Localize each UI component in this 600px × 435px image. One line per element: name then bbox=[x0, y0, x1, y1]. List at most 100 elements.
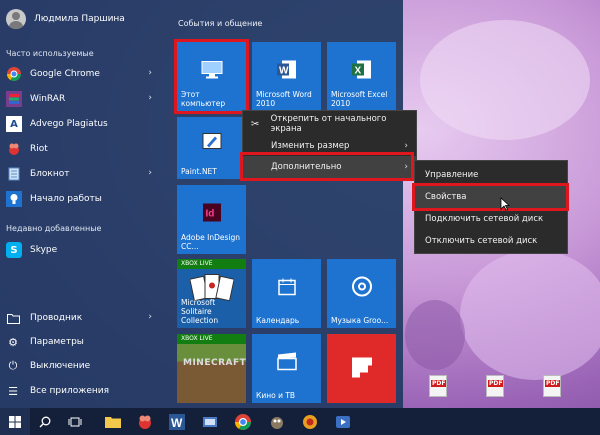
tile-indesign[interactable]: Id Adobe InDesign CC... bbox=[177, 185, 246, 254]
tile-label: Календарь bbox=[256, 316, 300, 325]
chevron-right-icon[interactable]: › bbox=[148, 312, 152, 322]
desktop-pdf-icon[interactable] bbox=[537, 375, 567, 397]
app-item-get-started[interactable]: Начало работы bbox=[0, 187, 160, 211]
chevron-right-icon[interactable]: › bbox=[148, 168, 152, 178]
paintnet-icon bbox=[201, 132, 223, 155]
system-label: Выключение bbox=[30, 361, 91, 371]
indesign-icon: Id bbox=[202, 203, 221, 224]
frequent-section-label: Часто используемые bbox=[6, 49, 94, 58]
clapperboard-icon bbox=[276, 351, 298, 374]
tile-calendar[interactable]: Календарь bbox=[252, 259, 321, 328]
taskbar-explorer[interactable] bbox=[98, 408, 128, 435]
list-icon: ☰ bbox=[8, 384, 18, 398]
desktop-pdf-icon[interactable] bbox=[423, 375, 453, 397]
highlight-box bbox=[240, 152, 414, 181]
user-name: Людмила Паршина bbox=[34, 14, 125, 24]
app-item-riot[interactable]: Riot bbox=[0, 137, 160, 161]
unpin-icon: ✂ bbox=[251, 118, 260, 130]
xbox-live-badge: XBOX LIVE bbox=[177, 259, 246, 269]
minecraft-art bbox=[177, 344, 246, 403]
menu-item-unpin[interactable]: ✂ Открепить от начального экрана bbox=[243, 113, 416, 135]
submenu-item-map-drive[interactable]: Подключить сетевой диск bbox=[415, 208, 567, 230]
app-icon bbox=[203, 416, 217, 427]
app-item-skype[interactable]: S Skype bbox=[0, 238, 160, 262]
search-button[interactable] bbox=[30, 408, 60, 435]
avatar bbox=[6, 9, 26, 29]
tile-flipboard[interactable] bbox=[327, 334, 396, 403]
tile-label: Кино и ТВ bbox=[256, 391, 296, 400]
menu-item-label: Отключить сетевой диск bbox=[425, 236, 538, 246]
all-apps-item[interactable]: ☰ Все приложения bbox=[0, 379, 160, 403]
start-menu: Людмила Паршина Часто используемые Googl… bbox=[0, 0, 403, 408]
system-label: Параметры bbox=[30, 337, 84, 347]
tile-label: Microsoft Solitaire Collection bbox=[181, 298, 219, 325]
tile-label: Microsoft Word 2010 bbox=[256, 90, 312, 108]
chevron-right-icon[interactable]: › bbox=[148, 68, 152, 78]
app-label: Riot bbox=[30, 144, 48, 154]
app-item-notepad[interactable]: Блокнот › bbox=[0, 162, 160, 186]
menu-item-label: Изменить размер bbox=[271, 141, 350, 151]
highlight-box bbox=[174, 39, 249, 114]
advego-icon: A bbox=[6, 116, 22, 132]
folder-icon bbox=[6, 311, 20, 325]
taskbar-paint[interactable] bbox=[295, 408, 325, 435]
notepad-icon bbox=[6, 166, 22, 182]
app-item-winrar[interactable]: WinRAR › bbox=[0, 87, 160, 111]
chevron-right-icon[interactable]: › bbox=[148, 93, 152, 103]
app-label: WinRAR bbox=[30, 94, 66, 104]
task-view-button[interactable] bbox=[60, 408, 90, 435]
tile-paintnet[interactable]: Paint.NET bbox=[177, 117, 246, 179]
app-label: Skype bbox=[30, 245, 58, 255]
tile-groove-music[interactable]: Музыка Groo... bbox=[327, 259, 396, 328]
tile-movies-tv[interactable]: Кино и ТВ bbox=[252, 334, 321, 403]
taskbar-app[interactable] bbox=[195, 408, 225, 435]
tile-label: Музыка Groo... bbox=[331, 316, 389, 325]
tile-label: Paint.NET bbox=[181, 167, 217, 176]
taskbar-word[interactable]: W bbox=[162, 408, 192, 435]
system-label: Проводник bbox=[30, 313, 83, 323]
system-label: Все приложения bbox=[30, 386, 110, 396]
taskbar-riot[interactable] bbox=[130, 408, 160, 435]
taskbar-media[interactable] bbox=[328, 408, 358, 435]
tile-minecraft[interactable]: XBOX LIVE MINECRAFT bbox=[177, 334, 246, 403]
tile-label: Adobe InDesign CC... bbox=[181, 233, 240, 251]
tile-excel[interactable]: X Microsoft Excel 2010 bbox=[327, 42, 396, 111]
wallpaper-petal bbox=[420, 20, 590, 140]
gimp-icon bbox=[271, 416, 283, 429]
svg-text:W: W bbox=[279, 65, 289, 76]
settings-item[interactable]: ⚙ Параметры bbox=[0, 330, 160, 354]
gear-icon: ⚙ bbox=[8, 335, 18, 349]
chevron-right-icon: › bbox=[404, 141, 408, 151]
app-item-advego[interactable]: A Advego Plagiatus bbox=[0, 112, 160, 136]
start-button[interactable] bbox=[0, 408, 30, 435]
app-item-chrome[interactable]: Google Chrome › bbox=[0, 62, 160, 86]
tile-solitaire[interactable]: XBOX LIVE Microsoft Solitaire Collection bbox=[177, 259, 246, 328]
taskbar-chrome[interactable] bbox=[228, 408, 258, 435]
app-label: Блокнот bbox=[30, 169, 70, 179]
chrome-icon bbox=[235, 413, 251, 430]
chrome-icon bbox=[6, 66, 22, 82]
explorer-item[interactable]: Проводник › bbox=[0, 306, 160, 330]
tile-label: Microsoft Excel 2010 bbox=[331, 90, 388, 108]
power-item[interactable]: ⏻ Выключение bbox=[0, 354, 160, 378]
desktop-pdf-icon[interactable] bbox=[480, 375, 510, 397]
app-label: Начало работы bbox=[30, 194, 102, 204]
mouse-cursor-icon bbox=[500, 197, 510, 211]
submenu-item-disconnect-drive[interactable]: Отключить сетевой диск bbox=[415, 230, 567, 252]
svg-text:W: W bbox=[171, 416, 183, 430]
svg-text:Id: Id bbox=[205, 208, 214, 219]
menu-item-label: Открепить от начального экрана bbox=[270, 114, 387, 134]
user-account[interactable]: Людмила Паршина bbox=[6, 8, 125, 30]
excel-icon: X bbox=[351, 58, 373, 83]
start-left-column: Людмила Паршина Часто используемые Googl… bbox=[0, 0, 165, 408]
search-icon bbox=[39, 416, 51, 427]
word-icon: W bbox=[169, 413, 185, 430]
menu-item-label: Управление bbox=[425, 170, 479, 180]
windows-logo-icon bbox=[9, 415, 21, 428]
taskbar-gimp[interactable] bbox=[262, 408, 292, 435]
app-label: Google Chrome bbox=[30, 69, 100, 79]
skype-icon: S bbox=[6, 242, 22, 258]
tile-group-title: События и общение bbox=[178, 19, 263, 28]
tile-word[interactable]: W Microsoft Word 2010 bbox=[252, 42, 321, 111]
wallpaper-petal bbox=[405, 300, 465, 370]
